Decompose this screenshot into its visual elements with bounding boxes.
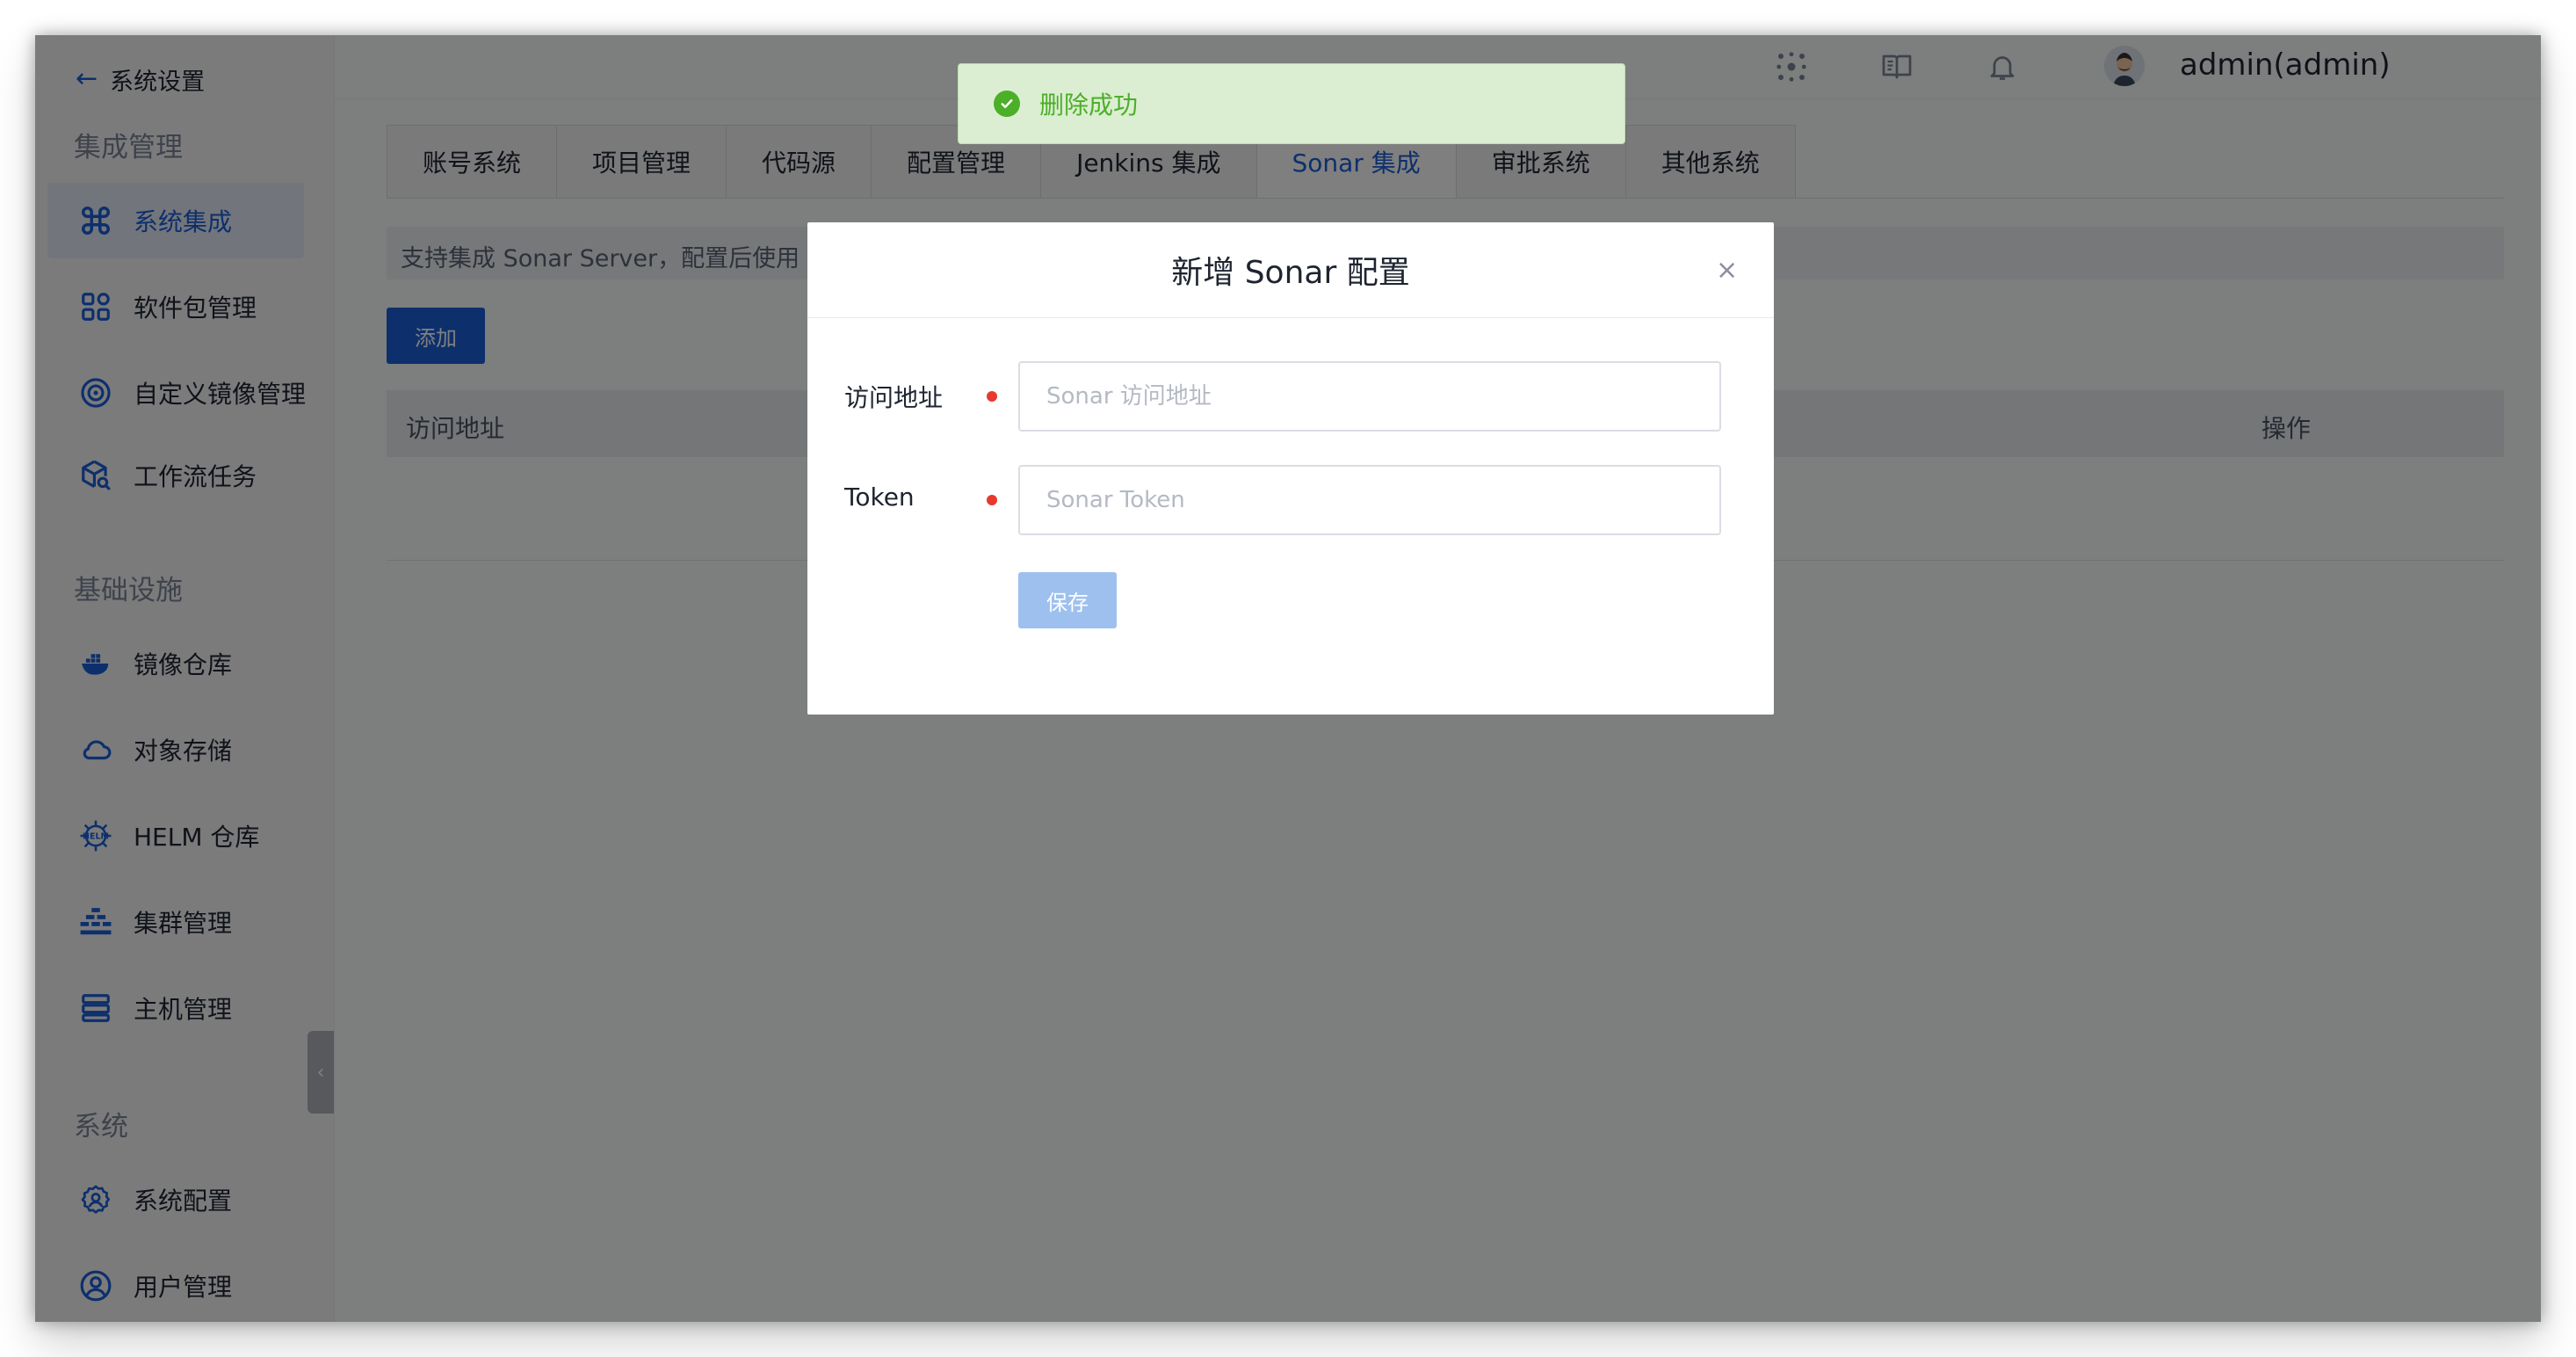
close-icon[interactable]: × [1716, 258, 1738, 284]
toast-message: 删除成功 [1039, 91, 1139, 120]
sonar-address-input[interactable] [1018, 361, 1721, 432]
dialog-title: 新增 Sonar 配置 [1171, 255, 1410, 291]
check-circle-icon [994, 91, 1020, 117]
required-dot-icon [987, 391, 997, 402]
save-button[interactable]: 保存 [1018, 572, 1117, 628]
required-dot-icon [987, 495, 997, 505]
dialog-header: 新增 Sonar 配置 × [807, 222, 1774, 318]
sonar-token-input[interactable] [1018, 465, 1721, 535]
form-label-address: 访问地址 [844, 383, 944, 412]
add-sonar-dialog: 新增 Sonar 配置 × 访问地址 Token 保存 [807, 222, 1774, 715]
app-window: ← 系统设置 集成管理 系统集成 软件包管理 自定义镜像管理 工作流任务 基础设… [35, 35, 2541, 1322]
form-label-token: Token [844, 483, 915, 512]
success-toast: 删除成功 [958, 63, 1625, 144]
